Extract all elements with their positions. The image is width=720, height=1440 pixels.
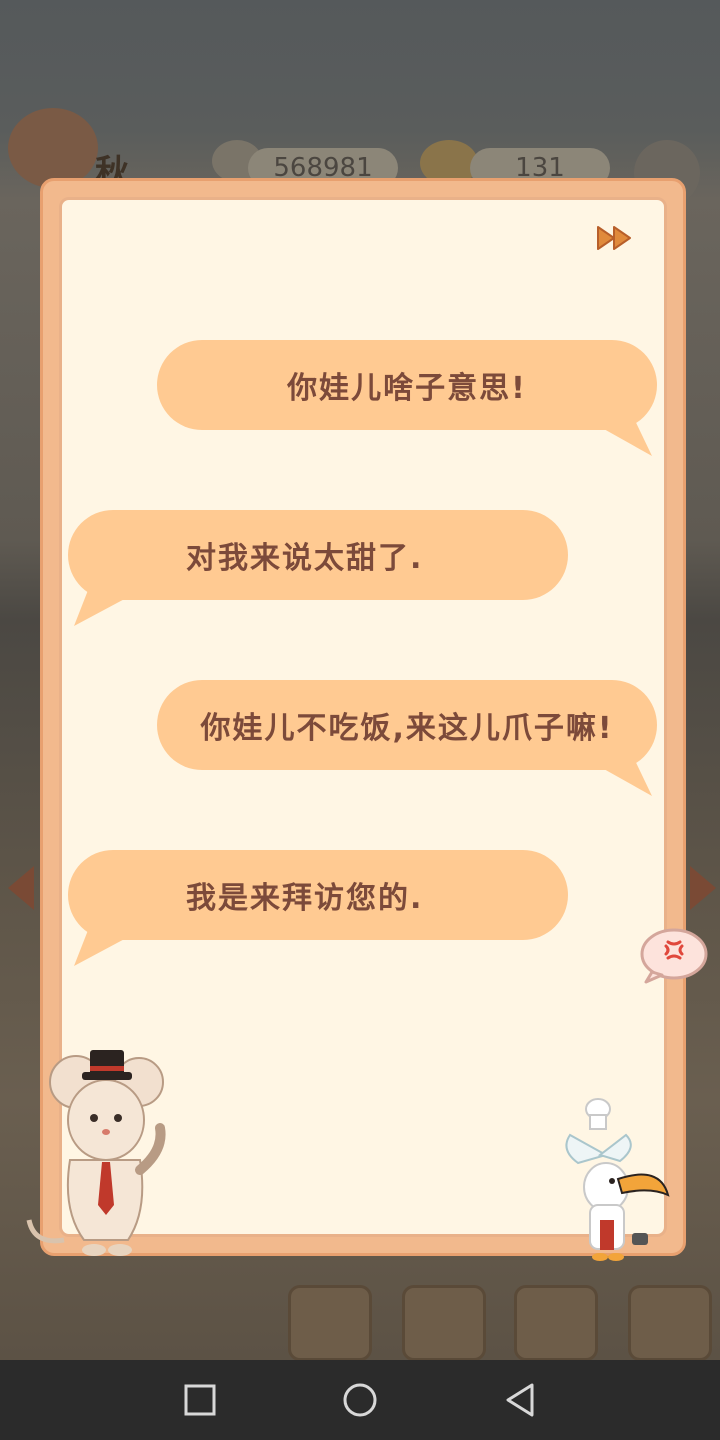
message-text: 你娃儿不吃饭,来这儿爪子嘛! (200, 711, 614, 746)
bubble-tail (74, 580, 160, 626)
triangle-back-icon[interactable] (500, 1380, 540, 1420)
scene-right-arrow-icon[interactable] (690, 866, 716, 910)
flower-basket-menu-button[interactable] (514, 1285, 598, 1361)
angry-vein-icon (640, 928, 708, 984)
achievement-menu-button[interactable] (628, 1285, 712, 1361)
square-icon[interactable] (180, 1380, 220, 1420)
bubble-tail (74, 920, 160, 966)
toucan-chef-character (565, 1098, 670, 1261)
market-menu-button[interactable] (402, 1285, 486, 1361)
message-text: 我是来拜访您的. (186, 881, 424, 916)
fast-forward-icon[interactable] (596, 224, 636, 252)
circle-icon[interactable] (340, 1380, 380, 1420)
mouse-gentleman-character (26, 1050, 166, 1256)
back-menu-button[interactable] (288, 1285, 372, 1361)
season-badge-icon (8, 108, 98, 188)
scene-left-arrow-icon[interactable] (8, 866, 34, 910)
bubble-tail (570, 410, 652, 456)
message-text: 对我来说太甜了. (186, 541, 424, 576)
message-text: 你娃儿啥子意思! (287, 371, 527, 406)
bubble-tail (570, 750, 652, 796)
